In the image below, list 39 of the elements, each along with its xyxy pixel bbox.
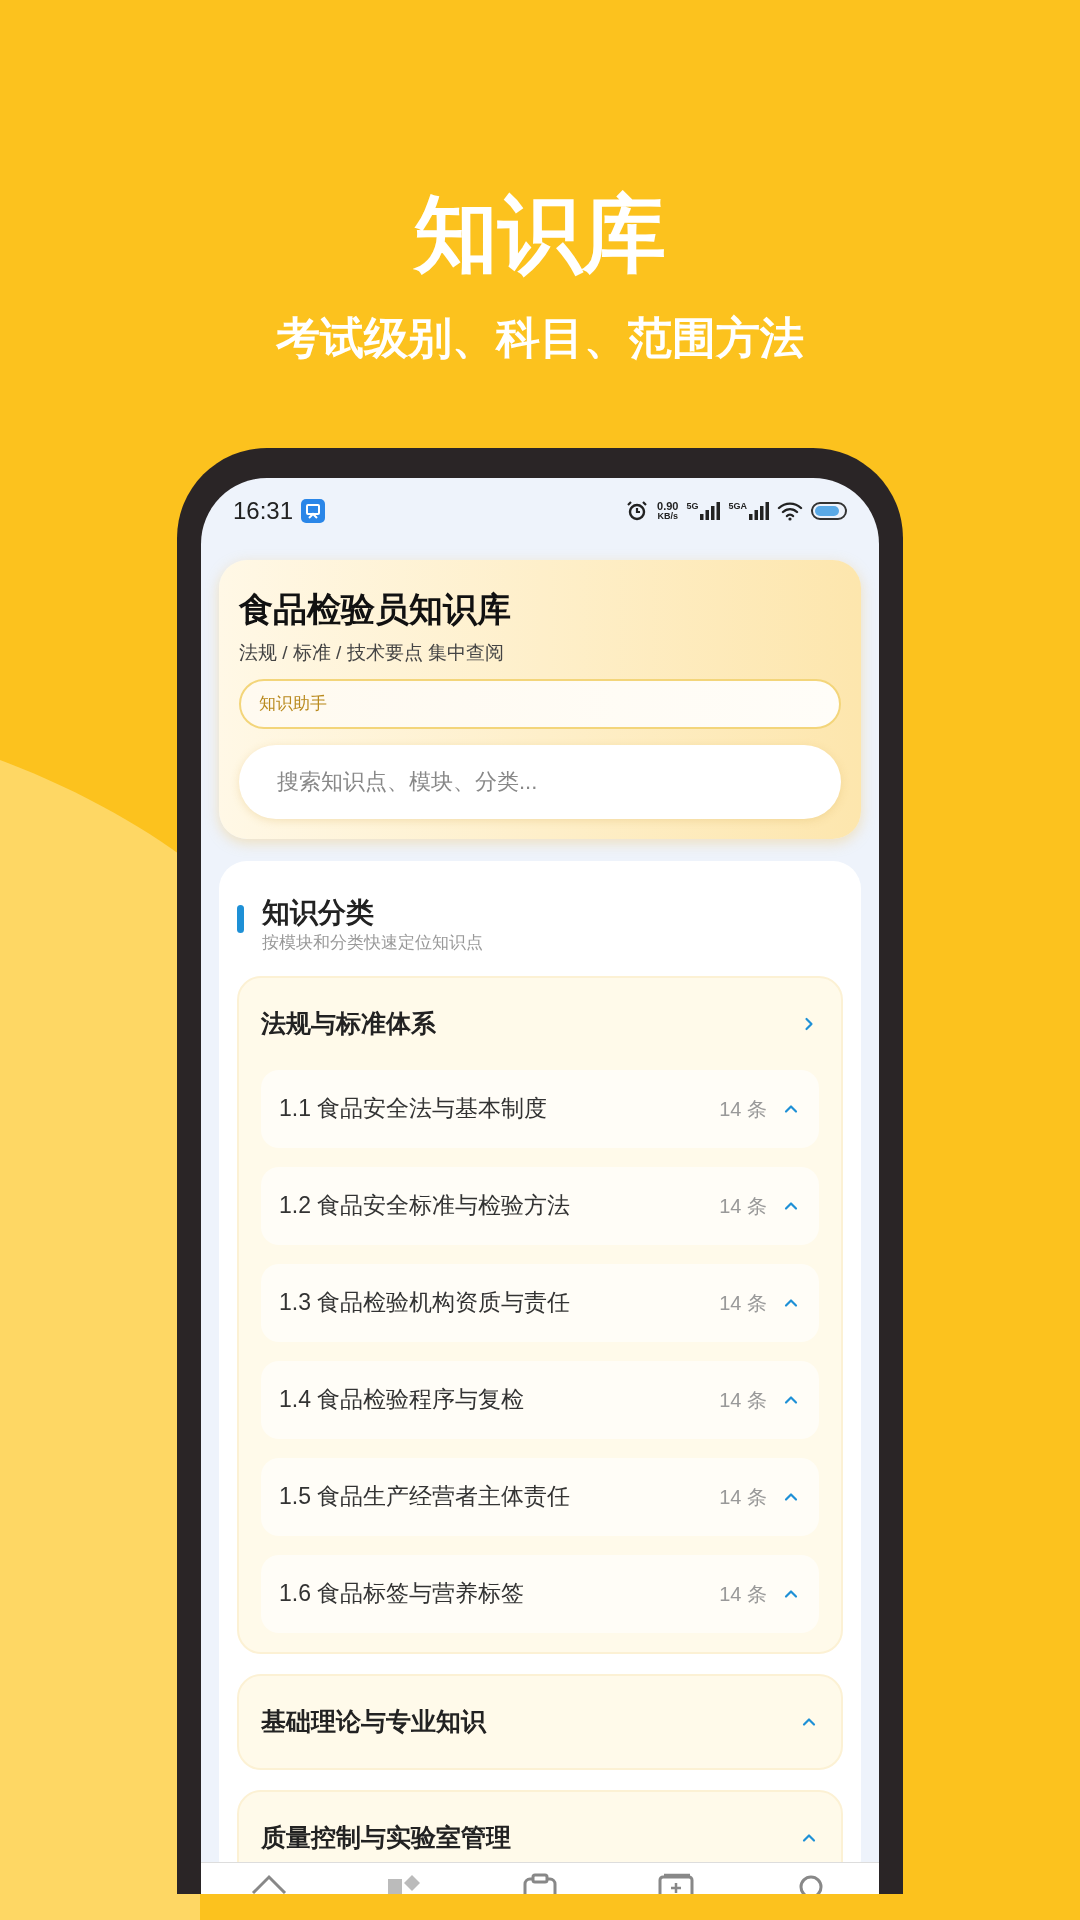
- net-speed-unit: KB/s: [657, 512, 678, 521]
- section-subtitle: 按模块和分类快速定位知识点: [262, 932, 483, 954]
- signal-icon: [700, 502, 721, 520]
- category-header[interactable]: 法规与标准体系: [261, 977, 819, 1070]
- subcategory-item[interactable]: 1.2 食品安全标准与检验方法 14 条: [261, 1166, 819, 1245]
- item-count: 14 条: [719, 1096, 767, 1122]
- promo-title: 知识库: [414, 192, 666, 276]
- subcategory-title: 1.5 食品生产经营者主体责任: [279, 1482, 571, 1512]
- header-subtitle: 法规 / 标准 / 技术要点 集中查阅: [239, 640, 505, 665]
- wifi-icon: [777, 501, 803, 521]
- search-field[interactable]: 搜索知识点、模块、分类...: [239, 745, 841, 819]
- category-header[interactable]: 基础理论与专业知识: [261, 1675, 819, 1768]
- subcategory-item[interactable]: 1.3 食品检验机构资质与责任 14 条: [261, 1263, 819, 1342]
- subcategory-title: 1.1 食品安全法与基本制度: [279, 1094, 548, 1124]
- app-notification-icon: [301, 499, 326, 523]
- subcategory-title: 1.3 食品检验机构资质与责任: [279, 1288, 571, 1318]
- item-count: 14 条: [719, 1484, 767, 1510]
- subcategory-title: 1.4 食品检验程序与复检: [279, 1385, 525, 1415]
- subcategory-item[interactable]: 1.1 食品安全法与基本制度 14 条: [261, 1069, 819, 1148]
- item-count: 14 条: [719, 1581, 767, 1607]
- subcategory-item[interactable]: 1.6 食品标签与营养标签 14 条: [261, 1554, 819, 1633]
- net-speed: 0.90: [657, 501, 679, 512]
- item-count: 14 条: [719, 1290, 767, 1316]
- network-type: 5GA: [728, 502, 747, 511]
- subcategory-item[interactable]: 1.4 食品检验程序与复检 14 条: [261, 1360, 819, 1439]
- status-time: 16:31: [233, 496, 294, 526]
- item-count: 14 条: [719, 1387, 767, 1413]
- subcategory-title: 1.6 食品标签与营养标签: [279, 1579, 525, 1609]
- category-header[interactable]: 质量控制与实验室管理: [261, 1791, 819, 1862]
- signal-icon: [749, 502, 769, 520]
- network-type: 5G: [686, 502, 699, 511]
- section-accent-bar: [237, 905, 244, 933]
- section-title: 知识分类: [262, 896, 375, 930]
- promo-subtitle: 考试级别、科目、范围方法: [276, 316, 804, 360]
- subcategory-title: 1.2 食品安全标准与检验方法: [279, 1191, 571, 1221]
- subcategory-item[interactable]: 1.5 食品生产经营者主体责任 14 条: [261, 1457, 819, 1536]
- item-count: 14 条: [719, 1193, 767, 1219]
- battery-icon: [811, 502, 847, 520]
- header-title: 食品检验员知识库: [239, 589, 512, 630]
